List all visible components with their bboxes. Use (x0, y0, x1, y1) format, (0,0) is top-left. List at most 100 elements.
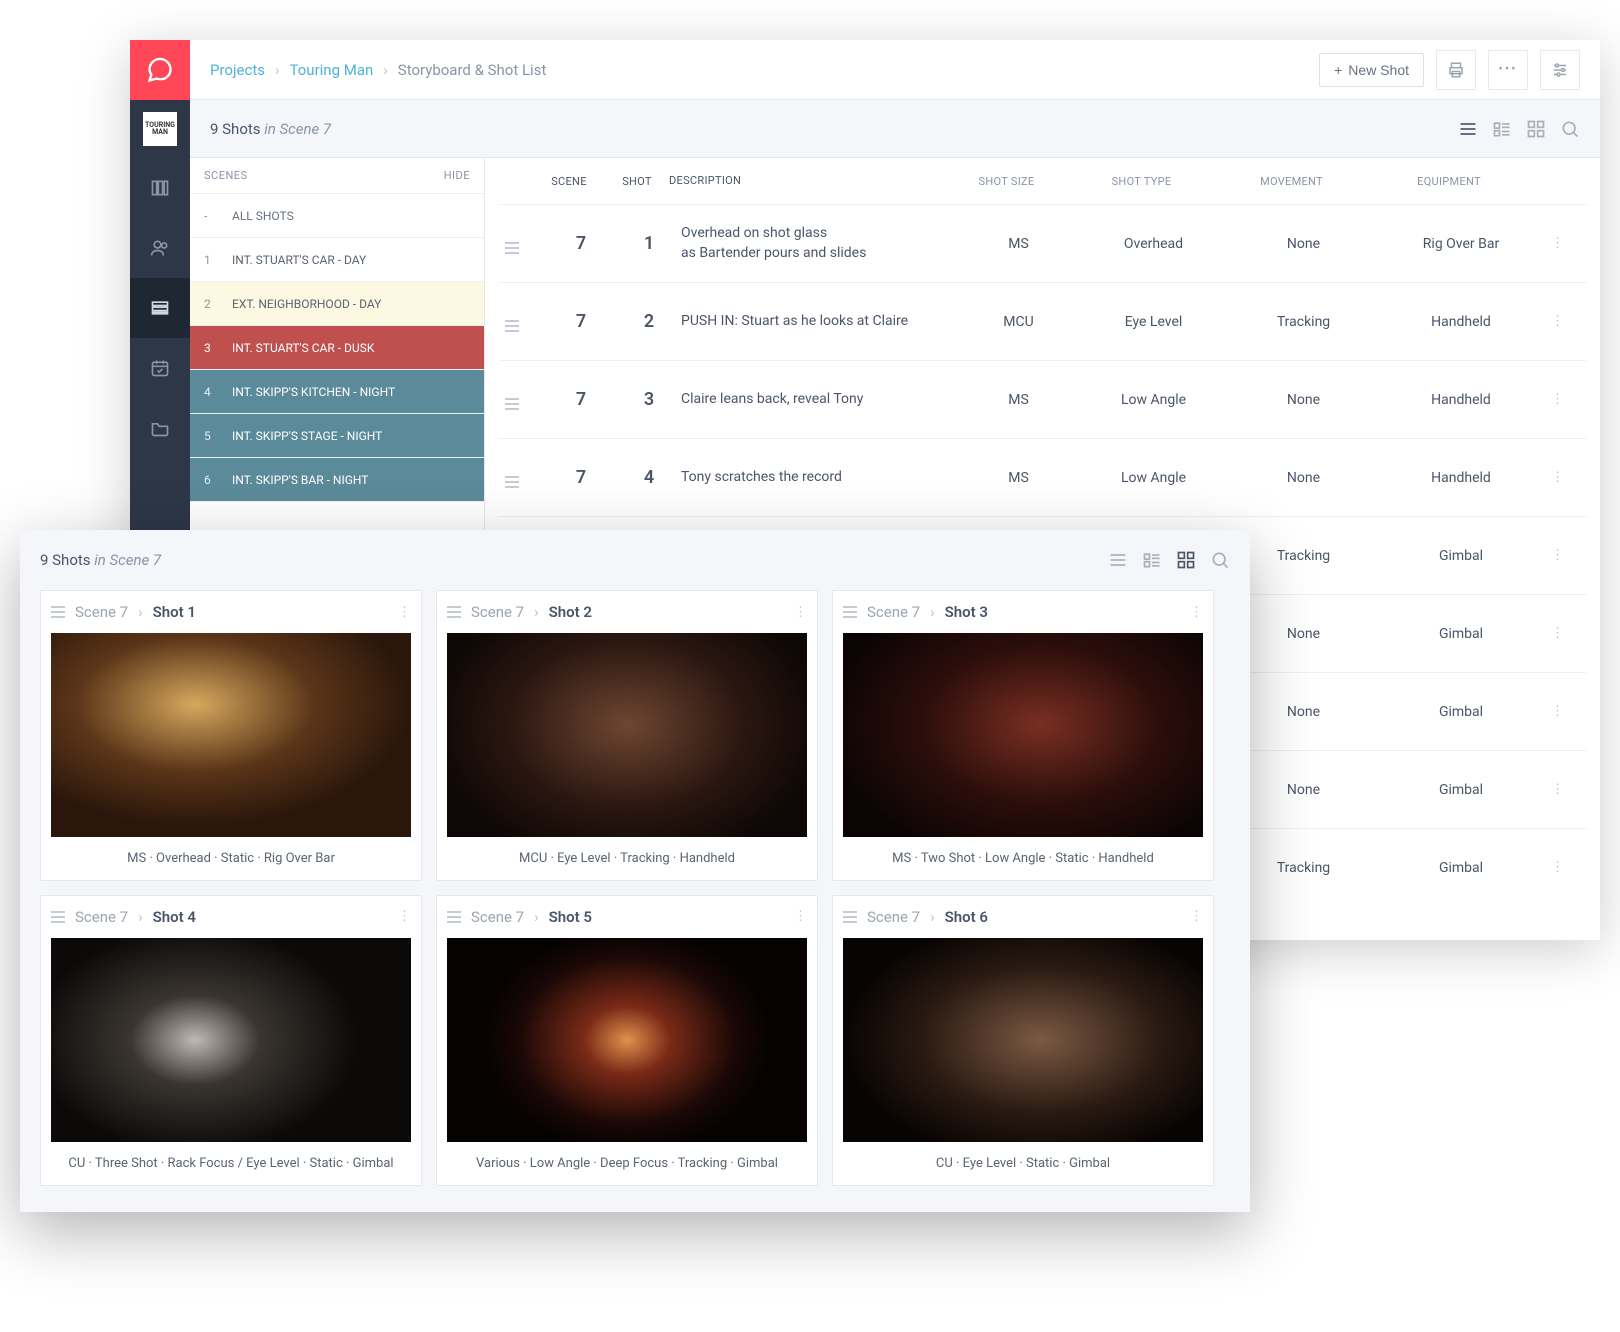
storyboard-card[interactable]: Scene 7›Shot 5⋮Various · Low Angle · Dee… (436, 895, 818, 1186)
row-menu[interactable]: ⋮ (1536, 860, 1564, 875)
overlay-header: 9 Shots in Scene 7 (20, 530, 1250, 590)
card-menu[interactable]: ⋮ (398, 909, 411, 924)
cell-shot: 2 (617, 311, 681, 332)
breadcrumb-projects[interactable]: Projects (210, 61, 265, 79)
new-shot-button[interactable]: + New Shot (1319, 53, 1424, 87)
card-menu[interactable]: ⋮ (794, 605, 807, 620)
cell-equipment: Gimbal (1386, 548, 1536, 564)
detail-view-icon (1492, 119, 1512, 139)
scenes-hide[interactable]: HIDE (444, 169, 470, 182)
th-description: DESCRIPTION (669, 173, 939, 188)
drag-handle[interactable] (447, 911, 461, 923)
card-caption: MS · Overhead · Static · Rig Over Bar (51, 851, 411, 866)
cell-description: Overhead on shot glassas Bartender pours… (681, 224, 951, 263)
card-menu[interactable]: ⋮ (794, 909, 807, 924)
storyboard-card[interactable]: Scene 7›Shot 1⋮MS · Overhead · Static · … (40, 590, 422, 881)
overlay-shot-count: 9 Shots (40, 551, 91, 569)
printer-icon (1447, 61, 1465, 79)
scene-item[interactable]: 3INT. STUART'S CAR - DUSK (190, 326, 484, 370)
scene-num: 5 (204, 429, 232, 443)
storyboard-card[interactable]: Scene 7›Shot 2⋮MCU · Eye Level · Trackin… (436, 590, 818, 881)
new-shot-label: New Shot (1348, 62, 1409, 78)
nav-shotlist[interactable] (130, 278, 190, 338)
row-menu[interactable]: ⋮ (1536, 626, 1564, 641)
scene-item[interactable]: 1INT. STUART'S CAR - DAY (190, 238, 484, 282)
cell-scene: 7 (545, 467, 617, 488)
scene-item[interactable]: 5INT. SKIPP'S STAGE - NIGHT (190, 414, 484, 458)
card-thumbnail[interactable] (843, 633, 1203, 837)
row-menu[interactable]: ⋮ (1536, 548, 1564, 563)
overlay-view-grid[interactable] (1176, 550, 1196, 570)
card-menu[interactable]: ⋮ (1190, 909, 1203, 924)
card-menu[interactable]: ⋮ (1190, 605, 1203, 620)
row-menu[interactable]: ⋮ (1536, 470, 1564, 485)
cell-equipment: Gimbal (1386, 704, 1536, 720)
table-row[interactable]: 72PUSH IN: Stuart as he looks at ClaireM… (497, 282, 1588, 360)
drag-handle[interactable] (505, 311, 545, 332)
scene-item[interactable]: 6INT. SKIPP'S BAR - NIGHT (190, 458, 484, 502)
scene-item-all[interactable]: - ALL SHOTS (190, 194, 484, 238)
storyboard-card[interactable]: Scene 7›Shot 4⋮CU · Three Shot · Rack Fo… (40, 895, 422, 1186)
nav-files[interactable] (130, 398, 190, 458)
nav-boards[interactable] (130, 158, 190, 218)
cell-size: MCU (951, 314, 1086, 330)
card-scene: Scene 7 (75, 603, 128, 621)
nav-calendar[interactable] (130, 338, 190, 398)
drag-handle[interactable] (51, 606, 65, 618)
chevron-right-icon: › (138, 908, 143, 926)
scene-num: 1 (204, 253, 232, 267)
overlay-view-detail[interactable] (1142, 550, 1162, 570)
drag-handle[interactable] (447, 606, 461, 618)
overlay-view-list[interactable] (1108, 550, 1128, 570)
brand-logo[interactable] (130, 40, 190, 100)
row-menu[interactable]: ⋮ (1536, 314, 1564, 329)
chevron-right-icon: › (383, 61, 388, 79)
drag-handle[interactable] (505, 389, 545, 410)
more-button[interactable]: ••• (1488, 50, 1528, 90)
drag-handle[interactable] (505, 233, 545, 254)
storyboard-card[interactable]: Scene 7›Shot 6⋮CU · Eye Level · Static ·… (832, 895, 1214, 1186)
table-row[interactable]: 74Tony scratches the recordMSLow AngleNo… (497, 438, 1588, 516)
card-thumbnail[interactable] (51, 938, 411, 1142)
view-detail[interactable] (1492, 119, 1512, 139)
card-thumbnail[interactable] (51, 633, 411, 837)
card-thumbnail[interactable] (843, 938, 1203, 1142)
drag-handle[interactable] (51, 911, 65, 923)
overlay-search-button[interactable] (1210, 550, 1230, 570)
cell-equipment: Handheld (1386, 314, 1536, 330)
storyboard-card[interactable]: Scene 7›Shot 3⋮MS · Two Shot · Low Angle… (832, 590, 1214, 881)
view-list[interactable] (1458, 119, 1478, 139)
drag-handle[interactable] (843, 911, 857, 923)
shot-count-scene: in Scene 7 (264, 120, 331, 138)
card-menu[interactable]: ⋮ (398, 605, 411, 620)
table-row[interactable]: 71Overhead on shot glassas Bartender pou… (497, 204, 1588, 282)
nav-team[interactable] (130, 218, 190, 278)
cell-type: Overhead (1086, 236, 1221, 252)
cell-description: Claire leans back, reveal Tony (681, 390, 951, 410)
cell-equipment: Gimbal (1386, 782, 1536, 798)
th-shot: SHOT (605, 175, 669, 188)
cell-equipment: Handheld (1386, 392, 1536, 408)
settings-button[interactable] (1540, 50, 1580, 90)
drag-handle[interactable] (843, 606, 857, 618)
row-menu[interactable]: ⋮ (1536, 782, 1564, 797)
search-button[interactable] (1560, 119, 1580, 139)
drag-handle[interactable] (505, 467, 545, 488)
card-thumbnail[interactable] (447, 633, 807, 837)
table-row[interactable]: 73Claire leans back, reveal TonyMSLow An… (497, 360, 1588, 438)
project-thumbnail[interactable]: TOURINGMAN (130, 100, 190, 158)
print-button[interactable] (1436, 50, 1476, 90)
card-thumbnail[interactable] (447, 938, 807, 1142)
scene-item[interactable]: 4INT. SKIPP'S KITCHEN - NIGHT (190, 370, 484, 414)
overlay-shot-count-scene: in Scene 7 (94, 551, 161, 569)
row-menu[interactable]: ⋮ (1536, 236, 1564, 251)
card-scene: Scene 7 (867, 908, 920, 926)
card-caption: MS · Two Shot · Low Angle · Static · Han… (843, 851, 1203, 866)
row-menu[interactable]: ⋮ (1536, 392, 1564, 407)
list-view-icon (1108, 550, 1128, 570)
view-grid[interactable] (1526, 119, 1546, 139)
cell-movement: None (1221, 392, 1386, 408)
breadcrumb-project[interactable]: Touring Man (290, 61, 374, 79)
row-menu[interactable]: ⋮ (1536, 704, 1564, 719)
scene-item[interactable]: 2EXT. NEIGHBORHOOD - DAY (190, 282, 484, 326)
